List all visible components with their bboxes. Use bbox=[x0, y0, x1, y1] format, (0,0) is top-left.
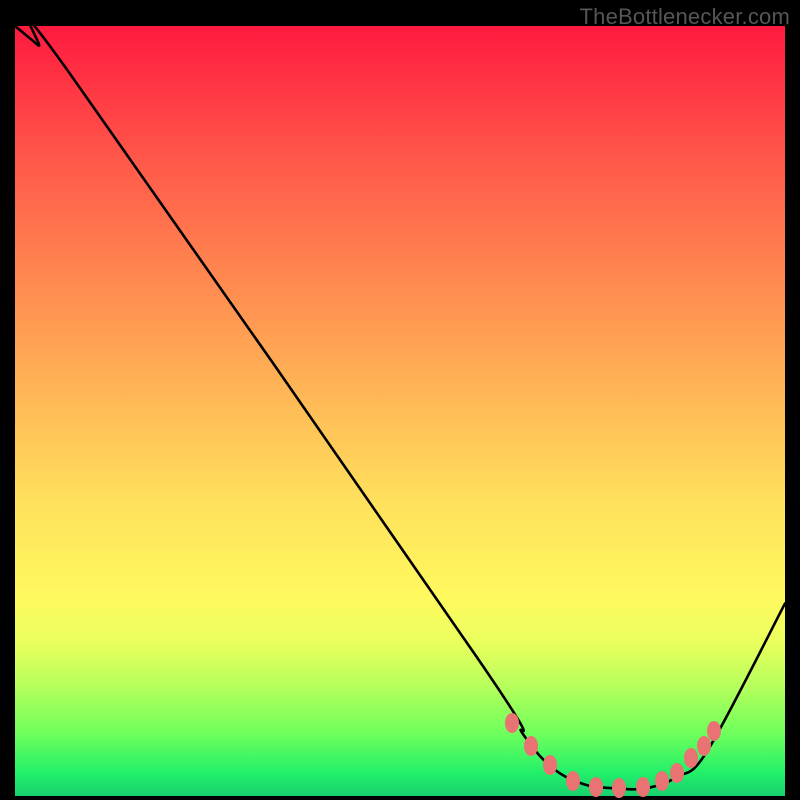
sweet-spot-bead bbox=[524, 736, 538, 756]
plot-area bbox=[15, 26, 785, 796]
bottleneck-curve bbox=[15, 26, 785, 796]
curve-path bbox=[15, 26, 785, 789]
chart-frame: TheBottlenecker.com bbox=[0, 0, 800, 800]
sweet-spot-bead bbox=[684, 748, 698, 768]
sweet-spot-bead bbox=[655, 771, 669, 791]
sweet-spot-bead bbox=[505, 713, 519, 733]
attribution-text: TheBottlenecker.com bbox=[580, 4, 790, 30]
sweet-spot-bead bbox=[697, 736, 711, 756]
sweet-spot-bead bbox=[612, 778, 626, 798]
sweet-spot-bead bbox=[543, 755, 557, 775]
sweet-spot-bead bbox=[636, 777, 650, 797]
sweet-spot-bead bbox=[707, 721, 721, 741]
sweet-spot-bead bbox=[589, 777, 603, 797]
sweet-spot-bead bbox=[670, 763, 684, 783]
sweet-spot-bead bbox=[566, 771, 580, 791]
